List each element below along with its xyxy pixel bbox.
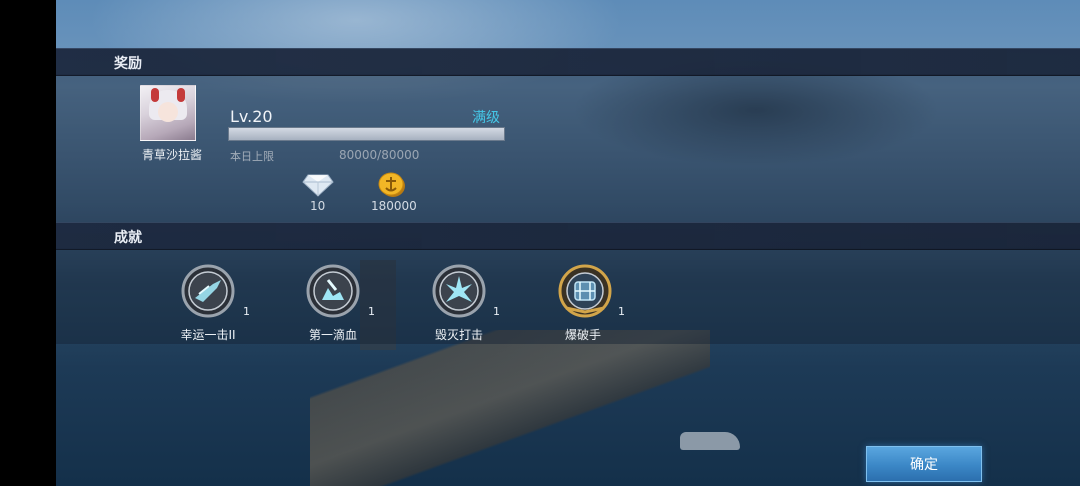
gold-coin-icon xyxy=(378,172,405,197)
xp-progress-bar xyxy=(228,127,505,141)
rewards-header: 奖励 xyxy=(56,48,1080,76)
achievement-count: 1 xyxy=(368,305,375,318)
battleship-background xyxy=(310,330,710,486)
seaplane-background xyxy=(680,432,740,450)
gold-amount: 180000 xyxy=(371,199,417,213)
first-blood-medal-icon[interactable] xyxy=(306,264,360,318)
max-level-status: 满级 xyxy=(472,110,500,126)
achievement-count: 1 xyxy=(243,305,250,318)
achievement-label: 幸运一击II xyxy=(180,328,236,342)
diamond-icon xyxy=(302,174,334,197)
achievement-label: 第一滴血 xyxy=(308,328,357,342)
destruction-strike-medal-icon[interactable] xyxy=(432,264,486,318)
player-name: 青草沙拉酱 xyxy=(141,148,202,162)
daily-limit-label: 本日上限 xyxy=(230,150,274,163)
left-black-bar xyxy=(0,0,56,486)
xp-progress-fill xyxy=(229,128,504,140)
rewards-title: 奖励 xyxy=(114,56,142,72)
achievement-count: 1 xyxy=(618,305,625,318)
achievements-title: 成就 xyxy=(114,230,142,246)
achievement-label: 毁灭打击 xyxy=(434,328,483,342)
captain-avatar[interactable] xyxy=(140,85,196,141)
level-label: Lv.20 xyxy=(230,107,273,126)
lucky-shot-medal-icon[interactable] xyxy=(181,264,235,318)
confirm-button[interactable]: 确定 xyxy=(866,446,982,482)
achievement-label: 爆破手 xyxy=(564,328,601,342)
diamond-amount: 10 xyxy=(310,199,326,213)
daily-limit-value: 80000/80000 xyxy=(339,148,420,162)
achievement-count: 1 xyxy=(493,305,500,318)
achievements-header: 成就 xyxy=(56,222,1080,250)
demolition-medal-icon[interactable] xyxy=(558,264,612,318)
